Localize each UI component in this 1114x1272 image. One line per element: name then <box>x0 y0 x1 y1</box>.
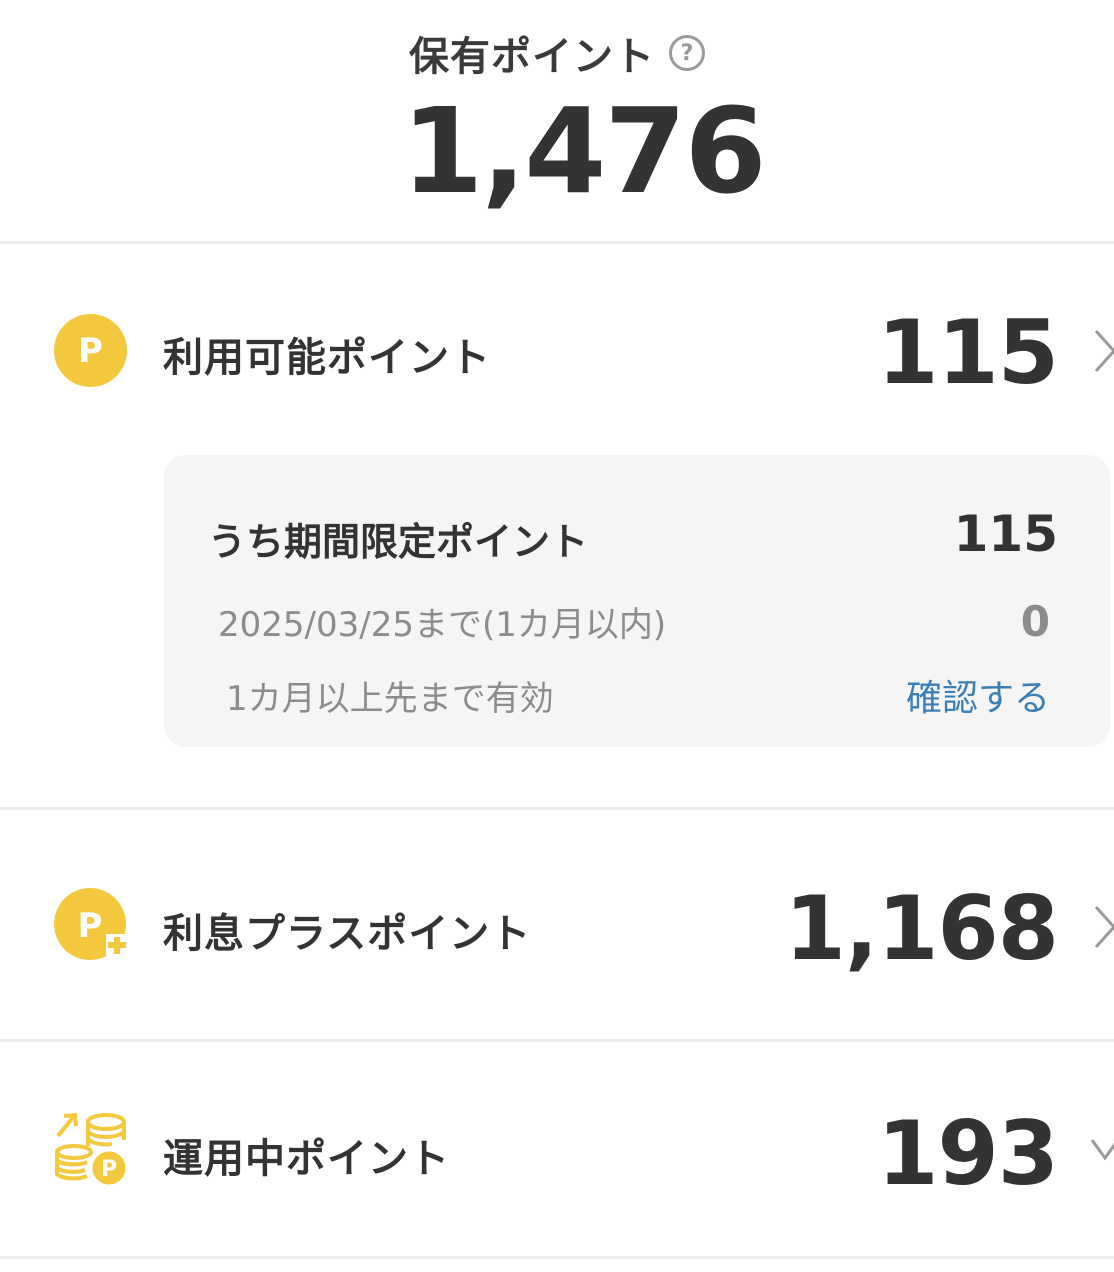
limited-points-value: 115 <box>953 505 1058 563</box>
total-points-value: 1,476 <box>401 82 766 220</box>
investing-points-value: 193 <box>877 1102 1059 1205</box>
limited-points-title: うち期間限定ポイント <box>208 520 589 564</box>
interest-points-row[interactable]: P 利息プラスポイント 1,168 <box>0 810 1114 1039</box>
chevron-down-icon <box>1090 1139 1114 1161</box>
expiring-soon-value: 0 <box>1020 597 1050 646</box>
chevron-right-icon <box>1094 329 1114 373</box>
svg-text:P: P <box>78 906 103 946</box>
investing-points-label: 運用中ポイント <box>163 1136 450 1182</box>
coin-stack-up-icon: P <box>54 1112 130 1192</box>
interest-points-value: 1,168 <box>784 877 1059 980</box>
available-points-label: 利用可能ポイント <box>163 335 491 381</box>
confirm-link[interactable]: 確認する <box>906 669 1050 721</box>
header-title-row: 保有ポイント ? <box>0 24 1114 82</box>
header-title: 保有ポイント <box>409 34 655 80</box>
svg-text:P: P <box>101 1157 117 1182</box>
limited-points-card: うち期間限定ポイント 115 2025/03/25まで(1カ月以内) 0 1カ月… <box>164 455 1110 747</box>
points-page: 保有ポイント ? 1,476 P 利用可能ポイント 115 うち期間限定ポイント… <box>0 0 1114 1272</box>
p-coin-icon: P <box>54 314 127 387</box>
investing-points-row[interactable]: P 運用中ポイント 193 <box>0 1042 1114 1256</box>
available-points-value: 115 <box>877 301 1059 404</box>
available-points-row[interactable]: P 利用可能ポイント 115 <box>0 243 1114 423</box>
divider <box>0 1256 1114 1259</box>
points-header: 保有ポイント ? 1,476 <box>0 0 1114 242</box>
p-plus-coin-icon: P <box>54 888 130 968</box>
valid-later-label: 1カ月以上先まで有効 <box>226 679 554 719</box>
question-circle-icon[interactable]: ? <box>669 35 705 71</box>
interest-points-label: 利息プラスポイント <box>163 911 532 957</box>
chevron-right-icon <box>1094 905 1114 949</box>
expiring-soon-label: 2025/03/25まで(1カ月以内) <box>218 605 667 645</box>
